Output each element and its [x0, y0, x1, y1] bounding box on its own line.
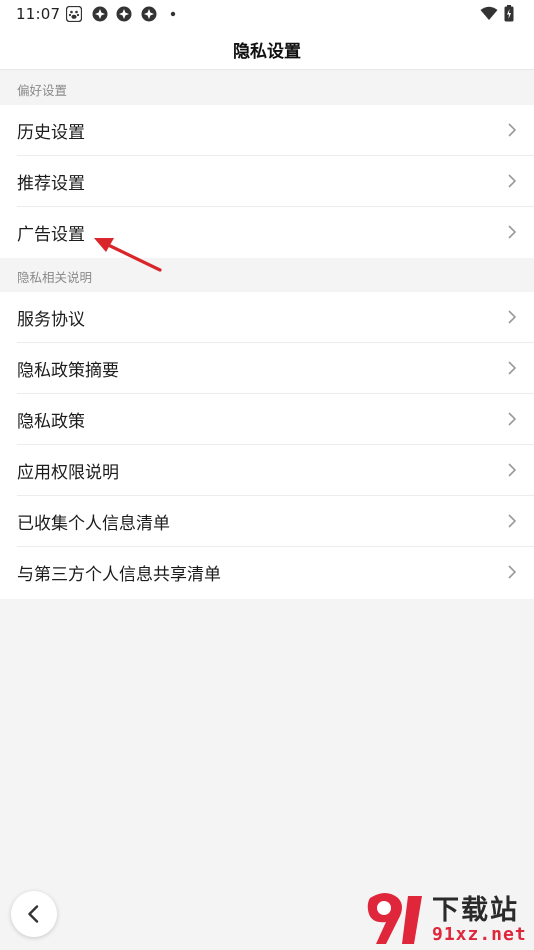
chevron-right-icon: [508, 174, 516, 188]
title-bar: 隐私设置: [0, 28, 534, 70]
watermark-url: 91xz.net: [432, 924, 527, 945]
list-item-collected-info[interactable]: 已收集个人信息清单: [0, 496, 534, 547]
list-item-label: 与第三方个人信息共享清单: [17, 565, 221, 585]
watermark: 下载站 91xz.net: [364, 886, 534, 950]
privacy-docs-group: 服务协议 隐私政策摘要 隐私政策 应用权限说明 已收集个人信息清单 与第三方个人…: [0, 292, 534, 599]
list-item-ad-settings[interactable]: 广告设置: [0, 207, 534, 258]
system-icons: [480, 5, 520, 23]
list-item-label: 隐私政策: [17, 412, 85, 432]
status-bar: 11:07: [0, 0, 534, 28]
list-item-label: 应用权限说明: [17, 463, 119, 483]
list-item-privacy-policy[interactable]: 隐私政策: [0, 394, 534, 445]
chevron-right-icon: [508, 565, 516, 579]
dot-icon: [170, 11, 176, 17]
list-item-label: 已收集个人信息清单: [17, 514, 170, 534]
section-title: 隐私相关说明: [17, 270, 93, 285]
list-item-recommend-settings[interactable]: 推荐设置: [0, 156, 534, 207]
section-title: 偏好设置: [17, 83, 68, 98]
chevron-right-icon: [508, 412, 516, 426]
watermark-logo-icon: [367, 893, 422, 944]
chevron-right-icon: [508, 463, 516, 477]
watermark-title: 下载站: [432, 895, 519, 926]
baidu-paw-icon: [66, 6, 82, 22]
chevron-right-icon: [508, 123, 516, 137]
chevron-right-icon: [508, 225, 516, 239]
chevron-right-icon: [508, 514, 516, 528]
list-item-label: 广告设置: [17, 225, 85, 245]
list-item-label: 历史设置: [17, 123, 85, 143]
status-time: 11:07: [16, 5, 61, 23]
section-header-preferences: 偏好设置: [0, 70, 534, 105]
back-button[interactable]: [11, 891, 57, 937]
list-item-third-party-sharing[interactable]: 与第三方个人信息共享清单: [0, 547, 534, 599]
preferences-group: 历史设置 推荐设置 广告设置: [0, 105, 534, 258]
list-item-label: 服务协议: [17, 310, 85, 330]
battery-icon: [504, 5, 514, 22]
app-icon: [92, 6, 108, 22]
chevron-left-icon: [28, 905, 39, 923]
list-item-service-agreement[interactable]: 服务协议: [0, 292, 534, 343]
app-icon: [141, 6, 157, 22]
annotation-arrow-icon: [94, 238, 162, 272]
page-title: 隐私设置: [233, 42, 301, 62]
wifi-icon: [480, 6, 498, 20]
section-header-privacy-docs: 隐私相关说明: [0, 258, 534, 292]
app-icon: [116, 6, 132, 22]
list-item-label: 推荐设置: [17, 174, 85, 194]
list-item-history-settings[interactable]: 历史设置: [0, 105, 534, 156]
list-item-label: 隐私政策摘要: [17, 361, 119, 381]
list-item-privacy-summary[interactable]: 隐私政策摘要: [0, 343, 534, 394]
chevron-right-icon: [508, 310, 516, 324]
chevron-right-icon: [508, 361, 516, 375]
list-item-permissions[interactable]: 应用权限说明: [0, 445, 534, 496]
